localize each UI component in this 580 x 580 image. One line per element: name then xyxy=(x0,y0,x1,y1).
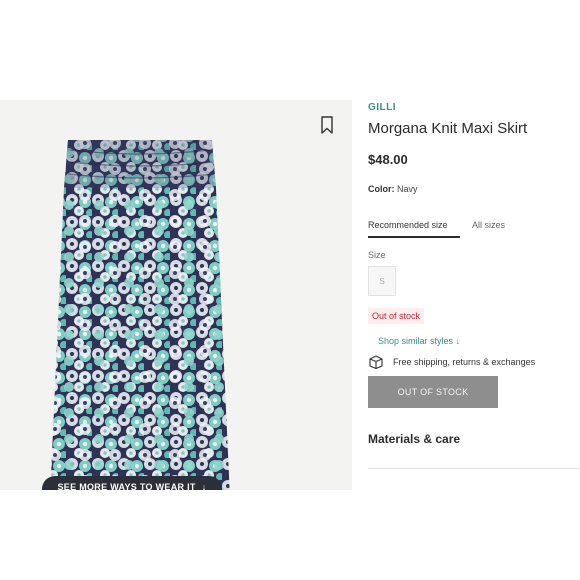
shop-similar-link[interactable]: Shop similar styles ↓ xyxy=(378,336,460,346)
materials-care-section[interactable]: Materials & care xyxy=(368,432,460,446)
tab-recommended-size[interactable]: Recommended size xyxy=(368,220,448,230)
size-option-s[interactable]: S xyxy=(368,266,396,296)
skirt-image xyxy=(50,140,230,490)
product-image-panel: SEE MORE WAYS TO WEAR IT ↓ xyxy=(0,100,352,490)
color-label: Color: xyxy=(368,184,395,194)
out-of-stock-button[interactable]: OUT OF STOCK xyxy=(368,376,498,408)
shipping-info: Free shipping, returns & exchanges xyxy=(368,354,535,370)
out-of-stock-badge: Out of stock xyxy=(368,308,425,324)
brand-link[interactable]: GILLI xyxy=(368,102,396,113)
color-value: Navy xyxy=(397,184,418,194)
section-divider xyxy=(368,468,580,469)
product-price: $48.00 xyxy=(368,152,408,167)
product-title: Morgana Knit Maxi Skirt xyxy=(368,120,528,137)
size-label: Size xyxy=(368,250,386,260)
arrow-down-icon: ↓ xyxy=(201,482,207,490)
active-tab-indicator xyxy=(368,236,460,238)
bookmark-icon[interactable] xyxy=(320,116,334,134)
package-icon xyxy=(369,355,383,369)
size-tabs: Recommended size All sizes xyxy=(368,220,580,240)
shipping-text: Free shipping, returns & exchanges xyxy=(393,357,536,367)
see-more-ways-button[interactable]: SEE MORE WAYS TO WEAR IT ↓ xyxy=(42,476,222,490)
tab-all-sizes[interactable]: All sizes xyxy=(472,220,505,230)
see-more-label: SEE MORE WAYS TO WEAR IT xyxy=(57,482,196,490)
color-info: Color: Navy xyxy=(368,184,418,194)
